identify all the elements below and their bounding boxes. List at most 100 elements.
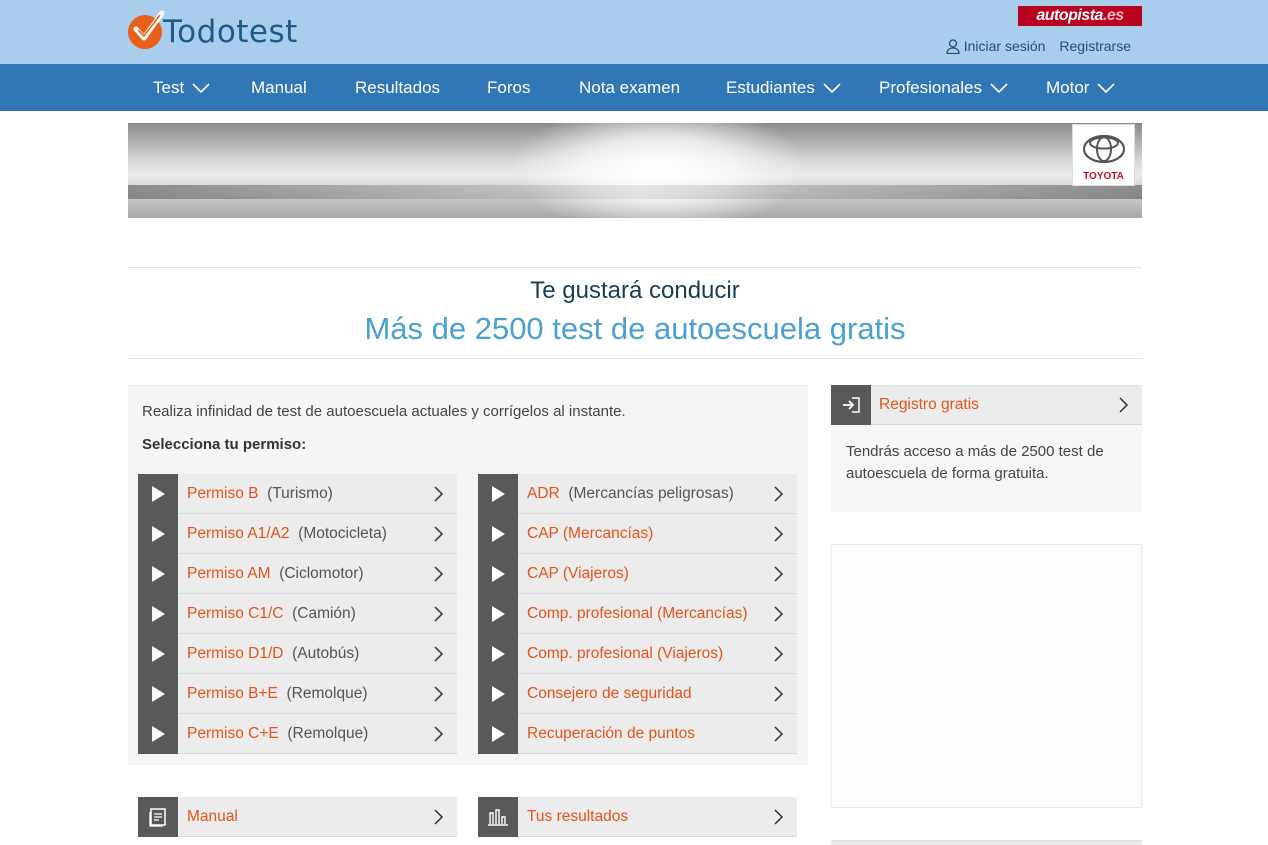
permit-name: Comp. profesional (Mercancías) <box>527 604 748 622</box>
todotest-logo[interactable]: Todotest <box>128 10 298 52</box>
play-icon <box>138 473 178 514</box>
manual-label: Manual <box>187 807 238 825</box>
nav-item-manual[interactable]: Manual <box>251 64 307 111</box>
nav-item-nota-examen[interactable]: Nota examen <box>579 64 680 111</box>
chevron-right-icon <box>774 808 784 825</box>
permit-item[interactable]: Comp. profesional (Mercancías) <box>478 593 797 634</box>
permit-label: Permiso B (Turismo) <box>187 485 431 503</box>
autopista-partner-logo[interactable]: autopista.es <box>1018 6 1142 26</box>
nav-item-resultados[interactable]: Resultados <box>355 64 440 111</box>
permit-label: CAP (Mercancías) <box>527 525 771 543</box>
permit-name: Comp. profesional (Viajeros) <box>527 644 724 662</box>
results-label: Tus resultados <box>527 807 629 825</box>
toyota-emblem-icon <box>1082 134 1125 164</box>
chevron-right-icon <box>774 725 784 742</box>
chevron-right-icon <box>774 645 784 662</box>
nav-label: Estudiantes <box>726 78 815 97</box>
play-icon <box>138 633 178 674</box>
chevron-right-icon <box>774 565 784 582</box>
chevron-right-icon <box>434 808 444 825</box>
register-button[interactable]: Registro gratis <box>831 385 1142 425</box>
checkmark-logo-icon <box>128 10 165 49</box>
permit-item[interactable]: ADR (Mercancías peligrosas) <box>478 473 797 514</box>
top-header: Todotest autopista.es Iniciar sesión Reg… <box>0 0 1268 64</box>
banner-glow <box>508 123 808 218</box>
login-link[interactable]: Iniciar sesión <box>946 38 1046 54</box>
toyota-logo: TOYOTA <box>1072 124 1135 186</box>
partner-suffix: .es <box>1102 7 1124 24</box>
chevron-right-icon <box>434 605 444 622</box>
permit-name: Permiso C+E <box>187 724 279 742</box>
permit-label: Permiso C+E (Remolque) <box>187 725 431 743</box>
chevron-right-icon <box>434 685 444 702</box>
login-label: Iniciar sesión <box>963 38 1046 54</box>
permit-item[interactable]: CAP (Mercancías) <box>478 513 797 554</box>
permit-label: Comp. profesional (Viajeros) <box>527 645 771 663</box>
chevron-down-icon <box>192 82 210 93</box>
permit-desc: (Turismo) <box>267 484 333 502</box>
register-label: Registro gratis <box>879 396 979 413</box>
nav-item-estudiantes[interactable]: Estudiantes <box>726 64 841 111</box>
next-card-edge <box>831 840 1142 845</box>
play-icon <box>478 593 518 634</box>
permits-heading: Selecciona tu permiso: <box>142 436 307 453</box>
divider <box>128 267 1142 268</box>
permit-item[interactable]: CAP (Viajeros) <box>478 553 797 594</box>
play-icon <box>478 473 518 514</box>
permit-item[interactable]: Recuperación de puntos <box>478 713 797 754</box>
permit-name: CAP (Viajeros) <box>527 564 629 582</box>
nav-label: Nota examen <box>579 78 681 97</box>
nav-item-test[interactable]: Test <box>153 64 210 111</box>
chevron-right-icon <box>434 525 444 542</box>
sponsor-name: TOYOTA <box>1083 171 1124 182</box>
permit-item[interactable]: Permiso D1/D (Autobús) <box>138 633 457 674</box>
manual-tile[interactable]: Manual <box>138 796 457 837</box>
permit-item[interactable]: Permiso C+E (Remolque) <box>138 713 457 754</box>
permit-label: Permiso AM (Ciclomotor) <box>187 565 431 583</box>
permit-desc: (Autobús) <box>292 644 360 662</box>
permit-item[interactable]: Permiso B (Turismo) <box>138 473 457 514</box>
results-tile[interactable]: Tus resultados <box>478 796 797 837</box>
nav-item-foros[interactable]: Foros <box>487 64 530 111</box>
chevron-right-icon <box>774 485 784 502</box>
permit-item[interactable]: Comp. profesional (Viajeros) <box>478 633 797 674</box>
play-icon <box>478 513 518 554</box>
permit-name: Permiso D1/D <box>187 644 284 662</box>
permit-item[interactable]: Permiso A1/A2 (Motocicleta) <box>138 513 457 554</box>
permit-item[interactable]: Permiso AM (Ciclomotor) <box>138 553 457 594</box>
permit-item[interactable]: Permiso B+E (Remolque) <box>138 673 457 714</box>
permit-item[interactable]: Consejero de seguridad <box>478 673 797 714</box>
permits-intro: Realiza infinidad de test de autoescuela… <box>142 403 626 420</box>
sign-in-icon <box>831 385 871 425</box>
chevron-right-icon <box>434 485 444 502</box>
nav-label: Test <box>153 78 185 97</box>
play-icon <box>478 633 518 674</box>
play-icon <box>138 513 178 554</box>
chevron-down-icon <box>990 82 1008 93</box>
permit-desc: (Ciclomotor) <box>279 564 364 582</box>
permit-desc: (Remolque) <box>287 724 369 742</box>
banner-streak <box>128 185 1142 199</box>
sponsor-banner[interactable]: TOYOTA <box>128 123 1142 218</box>
register-description: Tendrás acceso a más de 2500 test de aut… <box>846 443 1104 482</box>
play-icon <box>138 673 178 714</box>
chevron-right-icon <box>434 725 444 742</box>
permit-desc: (Remolque) <box>286 684 368 702</box>
nav-label: Profesionales <box>879 78 983 97</box>
permit-name: Recuperación de puntos <box>527 724 696 742</box>
play-icon <box>478 713 518 754</box>
register-link[interactable]: Registrarse <box>1059 38 1131 54</box>
nav-item-motor[interactable]: Motor <box>1046 64 1116 111</box>
permit-item[interactable]: Permiso C1/C (Camión) <box>138 593 457 634</box>
permit-name: Permiso B+E <box>187 684 278 702</box>
nav-label: Resultados <box>355 78 441 97</box>
chevron-right-icon <box>774 525 784 542</box>
permit-name: Permiso A1/A2 <box>187 524 290 542</box>
nav-item-profesionales[interactable]: Profesionales <box>879 64 1008 111</box>
page-title: Más de 2500 test de autoescuela gratis <box>364 311 906 346</box>
permit-label: Recuperación de puntos <box>527 725 771 743</box>
ad-slot <box>831 544 1142 808</box>
chevron-down-icon <box>823 82 841 93</box>
nav-label: Foros <box>487 78 531 97</box>
permit-label: CAP (Viajeros) <box>527 565 771 583</box>
